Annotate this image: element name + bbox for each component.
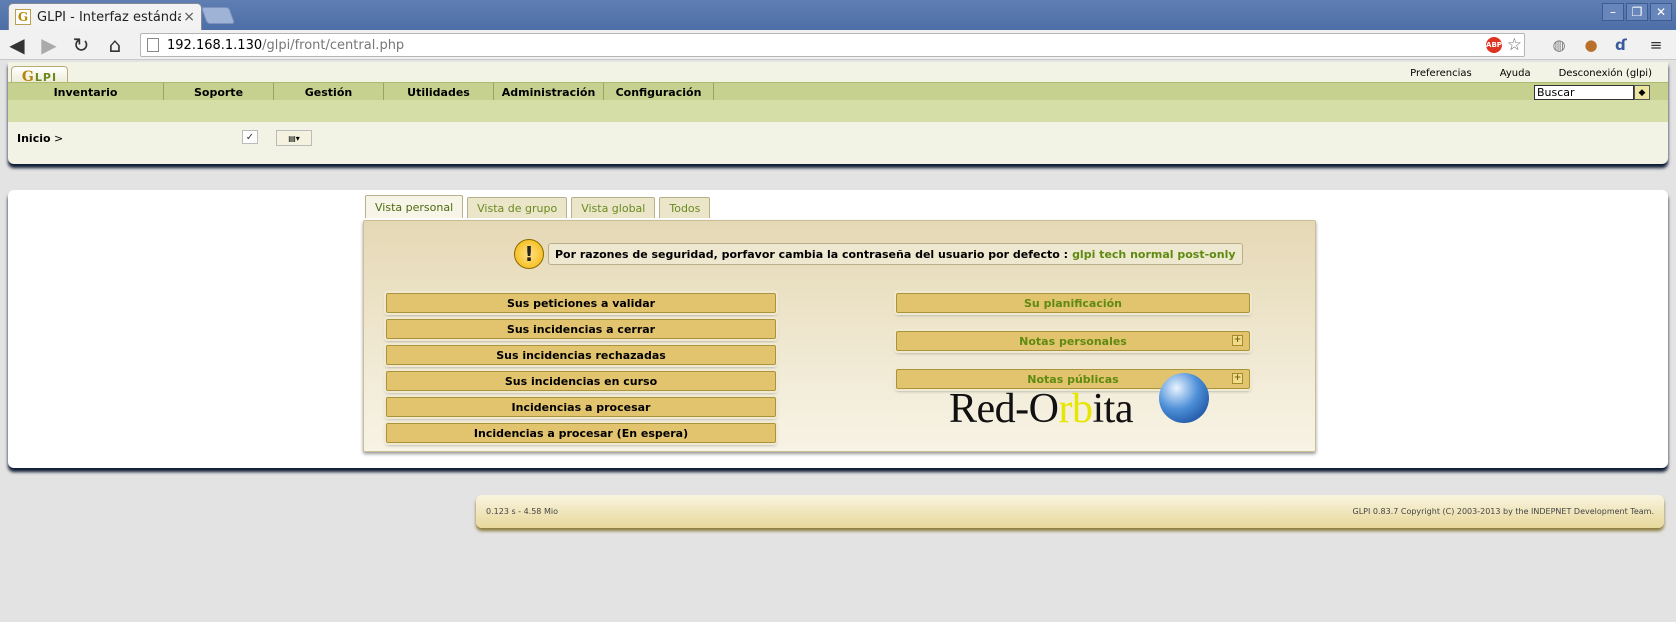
search-button-icon[interactable]: ◆ xyxy=(1634,85,1650,100)
menu-administracion[interactable]: Administración xyxy=(494,83,604,101)
warning-message: Por razones de seguridad, porfavor cambi… xyxy=(548,243,1243,265)
close-tab-icon[interactable]: × xyxy=(183,9,195,25)
menu-gestion[interactable]: Gestión xyxy=(274,83,384,101)
sus-peticiones-a-validar-bar[interactable]: Sus peticiones a validar xyxy=(386,293,776,313)
extension-cookie-icon[interactable]: ● xyxy=(1580,34,1602,56)
menu-inventario[interactable]: Inventario xyxy=(8,83,164,101)
breadcrumb-separator: > xyxy=(54,132,64,145)
browser-tab-bar: G GLPI - Interfaz estánda × – ❐ ✕ xyxy=(0,0,1676,30)
sus-incidencias-a-cerrar-bar[interactable]: Sus incidencias a cerrar xyxy=(386,319,776,339)
browser-tab[interactable]: G GLPI - Interfaz estánda × xyxy=(8,3,202,30)
security-warning: ! Por razones de seguridad, porfavor cam… xyxy=(514,239,1243,269)
add-public-note-icon[interactable]: + xyxy=(1232,373,1243,384)
main-menu: Inventario Soporte Gestión Utilidades Ad… xyxy=(8,82,1668,101)
tab-vista-global[interactable]: Vista global xyxy=(571,197,656,218)
notas-personales-bar[interactable]: Notas personales + xyxy=(896,331,1250,351)
forward-arrow-icon[interactable]: ▶ xyxy=(36,32,62,58)
address-bar[interactable]: 192.168.1.130 /glpi/front/central.php AB… xyxy=(140,33,1525,57)
new-tab-button[interactable] xyxy=(200,7,236,24)
menu-utilidades[interactable]: Utilidades xyxy=(384,83,494,101)
incidencias-a-procesar-bar[interactable]: Incidencias a procesar xyxy=(386,397,776,417)
breadcrumb: Inicio > xyxy=(17,132,63,145)
back-arrow-icon[interactable]: ◀ xyxy=(4,32,30,58)
page-icon xyxy=(147,38,159,52)
copyright: GLPI 0.83.7 Copyright (C) 2003-2013 by t… xyxy=(1352,507,1655,516)
tab-vista-de-grupo[interactable]: Vista de grupo xyxy=(467,197,568,218)
submenu-bar xyxy=(8,100,1668,122)
search-input[interactable] xyxy=(1534,85,1634,100)
extension-globe-icon[interactable]: ◍ xyxy=(1548,34,1570,56)
breadcrumb-home[interactable]: Inicio xyxy=(17,132,51,145)
url-path: /glpi/front/central.php xyxy=(262,37,405,53)
incidencias-en-espera-bar[interactable]: Incidencias a procesar (En espera) xyxy=(386,423,776,443)
add-note-icon[interactable]: + xyxy=(1232,335,1243,346)
browser-toolbar: ◀ ▶ ↻ ⌂ 192.168.1.130 /glpi/front/centra… xyxy=(0,30,1676,60)
logout-link[interactable]: Desconexión (glpi) xyxy=(1559,68,1652,79)
check-icon[interactable]: ✓ xyxy=(242,130,258,144)
page-footer: 0.123 s - 4.58 Mio GLPI 0.83.7 Copyright… xyxy=(476,495,1664,528)
top-links: Preferencias Ayuda Desconexión (glpi) xyxy=(1410,68,1652,79)
adblock-icon[interactable]: ABP xyxy=(1486,37,1502,53)
window-controls: – ❐ ✕ xyxy=(1602,3,1672,21)
url-host: 192.168.1.130 xyxy=(167,37,263,53)
restore-button[interactable]: ❐ xyxy=(1626,3,1648,21)
menu-icon[interactable]: ≡ xyxy=(1645,34,1667,56)
minimize-button[interactable]: – xyxy=(1602,3,1624,21)
view-tabs: Vista personal Vista de grupo Vista glob… xyxy=(365,195,711,218)
red-orbita-logo: Red-Orbita xyxy=(949,373,1209,431)
home-icon[interactable]: ⌂ xyxy=(102,32,128,58)
bookmark-star-icon[interactable]: ☆ xyxy=(1507,35,1522,55)
help-link[interactable]: Ayuda xyxy=(1500,68,1531,79)
globe-icon xyxy=(1159,373,1209,423)
sus-incidencias-en-curso-bar[interactable]: Sus incidencias en curso xyxy=(386,371,776,391)
extension-d-icon[interactable]: ɗ xyxy=(1610,34,1632,56)
glpi-header: GLPI Preferencias Ayuda Desconexión (glp… xyxy=(8,62,1668,164)
main-content: Vista personal Vista de grupo Vista glob… xyxy=(8,190,1668,468)
preferences-link[interactable]: Preferencias xyxy=(1410,68,1472,79)
glpi-favicon-icon: G xyxy=(15,9,31,25)
timing-info: 0.123 s - 4.58 Mio xyxy=(486,507,558,516)
su-planificacion-bar[interactable]: Su planificación xyxy=(896,293,1250,313)
default-accounts: glpi tech normal post-only xyxy=(1072,247,1236,261)
dashboard-panel: ! Por razones de seguridad, porfavor cam… xyxy=(363,220,1316,452)
tab-todos[interactable]: Todos xyxy=(659,197,711,218)
sus-incidencias-rechazadas-bar[interactable]: Sus incidencias rechazadas xyxy=(386,345,776,365)
warning-icon: ! xyxy=(514,239,544,269)
display-options-icon[interactable]: ▤▾ xyxy=(276,130,312,146)
tab-title: GLPI - Interfaz estánda xyxy=(37,9,181,25)
reload-icon[interactable]: ↻ xyxy=(68,32,94,58)
menu-soporte[interactable]: Soporte xyxy=(164,83,274,101)
close-window-button[interactable]: ✕ xyxy=(1650,3,1672,21)
tab-vista-personal[interactable]: Vista personal xyxy=(365,195,464,218)
menu-configuracion[interactable]: Configuración xyxy=(604,83,714,101)
